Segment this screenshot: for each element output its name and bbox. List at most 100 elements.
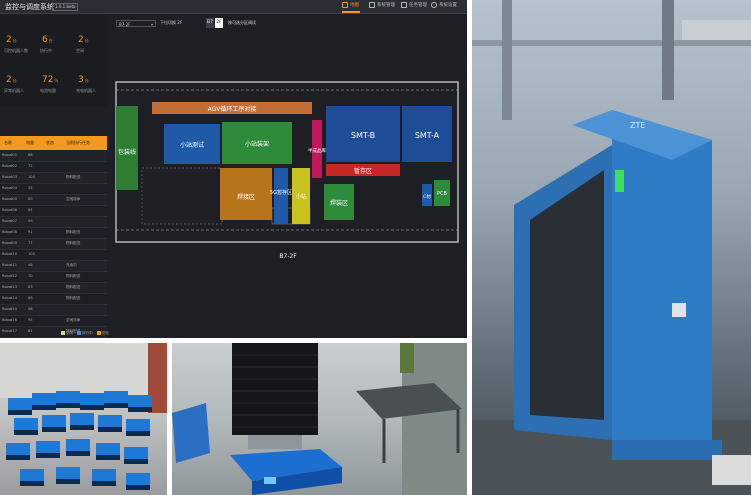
cell-task: 物料配送 <box>66 285 81 289</box>
photo-container-agv: ZTE <box>472 0 751 495</box>
table-row[interactable]: Robot03 100 物料配送 <box>0 173 107 184</box>
floor-cart <box>712 455 751 485</box>
cell-name: Robot10 <box>2 252 17 256</box>
agv-light <box>264 477 276 484</box>
agv-robot-base <box>14 430 38 435</box>
ceiling-pipe <box>472 40 751 46</box>
lift-column <box>248 435 302 449</box>
cell-name: Robot08 <box>2 230 17 234</box>
cell-name: Robot04 <box>2 186 17 190</box>
cell-name: Robot16 <box>2 318 17 322</box>
table-row[interactable]: Robot01 68 <box>0 151 107 162</box>
agv-robot <box>42 415 66 427</box>
agv-robot-base <box>8 410 32 415</box>
floor-switch-input[interactable]: 下拉切换 2F <box>160 20 182 26</box>
table-row[interactable]: Robot06 64 <box>0 206 107 217</box>
zone-5g-staging[interactable] <box>274 168 288 224</box>
nav-settings-label: 系统设置 <box>439 3 457 8</box>
nav-settings[interactable]: 系统设置 <box>431 2 457 8</box>
table-row[interactable]: Robot08 91 物料配送 <box>0 228 107 239</box>
cell-battery: 77 <box>28 241 33 245</box>
container-front-panel <box>612 110 712 450</box>
stat-value: 72% <box>42 75 59 85</box>
stat-label: 电池电量 <box>40 88 56 93</box>
floor-button-2f[interactable]: 2F <box>215 18 223 28</box>
cell-name: Robot12 <box>2 274 17 278</box>
stat-label: 空闲 <box>76 48 84 53</box>
stat-error: 2台 异常机器人 <box>0 75 35 97</box>
cell-name: Robot09 <box>2 241 17 245</box>
table-row[interactable]: Robot14 66 物料配送 <box>0 294 107 305</box>
plant <box>400 343 414 373</box>
cell-battery: 59 <box>28 219 33 223</box>
agv-robot <box>56 391 80 403</box>
nav-system[interactable]: 系统管理 <box>369 2 395 8</box>
zone-station-test-label: 小站测试 <box>180 141 204 149</box>
agv-robot-base <box>36 453 60 458</box>
black-shelf <box>232 343 318 435</box>
cell-battery: 91 <box>28 230 33 234</box>
app-title: 监控与调度系统 <box>5 3 54 11</box>
agv-robot-base <box>126 485 150 490</box>
cell-name: Robot05 <box>2 197 17 201</box>
floor-map-caption: B7-2F <box>279 253 297 260</box>
table-row[interactable]: Robot16 95 空闲待命 <box>0 316 107 327</box>
th-name: 名称 <box>4 140 12 145</box>
stat-value: 2台 <box>6 35 17 45</box>
cell-name: Robot13 <box>2 285 17 289</box>
table-row[interactable]: Robot02 72 <box>0 162 107 173</box>
table-row[interactable]: Robot13 83 物料配送 <box>0 283 107 294</box>
wall <box>0 343 167 398</box>
cell-task: 空闲待命 <box>66 318 81 322</box>
agv-robot-base <box>96 455 120 460</box>
nav-map[interactable]: 地图 <box>342 2 359 8</box>
zone-pcb-label: PCB <box>437 191 448 197</box>
zone-welding-label: 焊接区 <box>237 193 255 201</box>
agv-robot <box>124 447 148 459</box>
cell-battery: 100 <box>28 252 35 256</box>
stats-panel: 2台 可控机器人数 6台 执行中 2台 空闲 2台 异常机器人 72% 电池电量… <box>0 15 107 107</box>
th-status: 状态 <box>46 140 54 145</box>
control-panel <box>672 303 686 317</box>
ceiling-pipe <box>502 0 512 120</box>
table-row[interactable]: Robot09 77 物料配送 <box>0 239 107 250</box>
table-row[interactable]: Robot05 80 空闲待命 <box>0 195 107 206</box>
floor-button-b7[interactable]: B7 <box>206 18 214 28</box>
agv-robot <box>80 393 104 405</box>
table-row[interactable]: Robot12 70 物料配送 <box>0 272 107 283</box>
agv-robot-base <box>128 407 152 412</box>
cell-battery: 61 <box>28 329 33 333</box>
cell-battery: 70 <box>28 274 33 278</box>
zone-c-material-label: C材 <box>423 193 431 200</box>
nav-tasks[interactable]: 任务管理 <box>401 2 427 8</box>
table-row[interactable]: Robot04 55 <box>0 184 107 195</box>
cell-name: Robot14 <box>2 296 17 300</box>
zone-5g-staging-label: 5G暂存区 <box>270 189 292 196</box>
cell-battery: 64 <box>28 208 33 212</box>
table-row[interactable]: Robot10 100 <box>0 250 107 261</box>
table-row[interactable]: Robot15 58 <box>0 305 107 316</box>
floor-map[interactable]: 包装线 AGV循环工序对接 小站测试 小站装架 焊接区 5G暂存区 小站 半成品… <box>112 68 464 268</box>
zone-packaging[interactable] <box>116 106 138 190</box>
shelf-agv-image <box>172 343 467 495</box>
agv-robot <box>98 415 122 427</box>
stat-label: 充电机器人 <box>76 88 96 93</box>
stat-value: 6台 <box>42 35 53 45</box>
legend-label: 充电 <box>101 331 109 335</box>
agv-robot-base <box>104 403 128 408</box>
robot-table-body: Robot01 68 Robot02 72 Robot03 100 物料配送 Robot04 5… <box>0 151 107 338</box>
table-row[interactable]: Robot11 46 充电中 <box>0 261 107 272</box>
agv-robot-base <box>80 405 104 410</box>
area-dropdown[interactable]: B7-2F ▾ <box>116 20 156 27</box>
agv-robot-base <box>56 403 80 408</box>
agv-robot <box>128 395 152 407</box>
cell-task: 物料配送 <box>66 175 81 179</box>
cell-name: Robot15 <box>2 307 17 311</box>
zone-semi-finished-label: 半成品库 <box>308 147 326 154</box>
stat-available: 2台 可控机器人数 <box>0 35 35 57</box>
table-row[interactable]: Robot07 59 <box>0 217 107 228</box>
cell-name: Robot17 <box>2 329 17 333</box>
cell-name: Robot11 <box>2 263 17 267</box>
agv-robot-base <box>126 431 150 436</box>
partition-debug-toggle[interactable]: 按可选分区调试 <box>228 20 256 26</box>
